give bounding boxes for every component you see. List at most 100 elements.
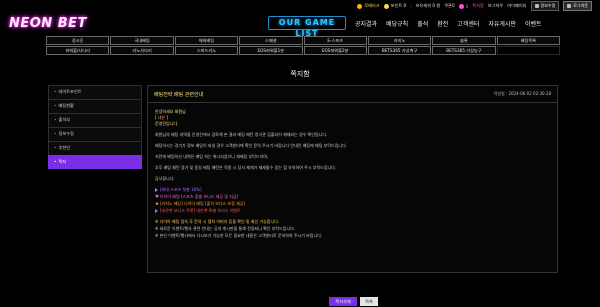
message-counter[interactable]: 0 <box>458 3 469 9</box>
bullet-icon: • <box>54 131 57 136</box>
logout-button[interactable]: 로그아웃 <box>563 1 592 11</box>
edit-profile-label: 정보수정 <box>540 3 556 8</box>
triangle-icon <box>155 209 158 213</box>
user-link-2[interactable]: 보그하우 <box>488 3 503 9</box>
sidebar-item-label: 추천인 <box>58 145 71 150</box>
category-placeholder <box>496 46 560 55</box>
user-gold-label: 포인트 0 <box>390 3 407 8</box>
category-button[interactable]: 스페셜 <box>239 36 303 45</box>
promo-text: [네온벳 보너스 쿠폰] 네온벳 특별 보너스 이벤트 <box>160 208 241 213</box>
category-grid: 정시진 국내배팅 해외배팅 스페셜 E-스포츠 카지노 슬롯 배팅목록 파워볼/… <box>46 36 560 55</box>
bullet-icon: • <box>54 117 57 122</box>
mypage-link[interactable]: 마이페이지 <box>507 3 526 9</box>
category-button[interactable]: EOS파워볼1분 <box>239 46 303 55</box>
category-button[interactable]: EOS파워볼2분 <box>303 46 367 55</box>
greeting-sign: 운영진입니다. <box>155 121 179 126</box>
sidebar-item-label: 정보수정 <box>58 131 74 136</box>
delete-message-button[interactable]: 쪽지삭제 <box>329 297 357 306</box>
main-nav: 공지결과 배당규칙 출석 환전 고객센터 자유게시판 이벤트 <box>355 19 542 28</box>
coupon-link[interactable]: 쿠폰0 <box>444 3 454 9</box>
message-count: 0 <box>465 3 469 9</box>
message-panel: 베팅전략 배팅 관련안내 작성일 : 2024-06-02 02:30:28 안… <box>147 85 558 273</box>
nav-support[interactable]: 고객센터 <box>457 19 479 28</box>
logout-icon <box>567 4 572 8</box>
sidebar-item-label: 배팅현황 <box>58 103 74 108</box>
message-paragraph: 배팅하시는 경기가 정보 배팅이 되실 경우 고객센터에 확인 문의 주시기 바… <box>155 143 348 148</box>
page-title: 쪽지함 <box>290 70 310 78</box>
member-name: 네온 <box>157 115 166 120</box>
user-level: 로베타크 <box>357 3 380 9</box>
notice-text: ※ 다이아 배팅 접속 후 문의 시 캡처 이미지 등을 확인 및 회신 가능합… <box>155 219 280 224</box>
mail-icon <box>458 3 464 9</box>
nav-rules[interactable]: 배당규칙 <box>386 19 408 28</box>
promo-text: [최대 스포츠 첫충 10%] <box>160 187 202 192</box>
message-actions: 쪽지삭제 목록 <box>329 297 378 306</box>
notice-line: ※ 다이아 배팅 접속 후 문의 시 캡처 이미지 등을 확인 및 회신 가능합… <box>155 219 550 225</box>
category-button[interactable]: E-스포츠 <box>303 36 367 45</box>
nav-results[interactable]: 공지결과 <box>355 19 377 28</box>
logout-label: 로그아웃 <box>573 3 588 8</box>
edit-profile-button[interactable]: 정보수정 <box>530 1 560 11</box>
bullet-icon: • <box>54 159 57 164</box>
sidebar-item-date-point[interactable]: • 데이트포인트 <box>48 85 142 99</box>
inbox-link[interactable]: 쪽지함 <box>472 3 484 9</box>
notice-line: ※ 새로운 이벤트/행사 관련 안내는 공지 게시판을 통해 전달되니 확인 부… <box>155 226 550 232</box>
notice-text: ※ 새로운 이벤트/행사 관련 안내는 공지 게시판을 통해 전달되니 확인 부… <box>155 226 296 231</box>
category-button[interactable]: BETS365 가상농구 <box>432 46 496 55</box>
sidebar-item-messages[interactable]: • 쪽지 <box>48 155 142 169</box>
nav-exchange[interactable]: 환전 <box>437 19 448 28</box>
notice-text: ※ 본인 이벤트/행사에서 다시보기 가능한 모든 중요한 내용은 고객센터로 … <box>155 233 323 238</box>
category-button[interactable]: 카지노 <box>367 36 432 45</box>
triangle-icon <box>155 188 158 192</box>
category-button[interactable]: 해외배팅 <box>174 36 239 45</box>
category-button[interactable]: 파워볼/사다리 <box>46 46 110 55</box>
message-header: 베팅전략 배팅 관련안내 작성일 : 2024-06-02 02:30:28 <box>148 86 557 103</box>
bullet-icon: • <box>54 145 57 150</box>
category-button[interactable]: 배팅목록 <box>496 36 560 45</box>
message-paragraph: 추후 배팅 패턴 경기 및 동일 배팅 패턴은 적용 시 당사 제재가 제재될수… <box>155 165 337 170</box>
notice-line: ※ 본인 이벤트/행사에서 다시보기 가능한 모든 중요한 내용은 고객센터로 … <box>155 233 550 239</box>
user-bar: 로베타크 포인트 0 | 보유캐쉬 0 원 쿠폰0 0 쪽지함 보그하우 마이페… <box>0 0 600 12</box>
promo-text: [카지노 배당] 다이아 배팅 [출석 보너스 포함 제공] <box>160 201 246 206</box>
category-button[interactable]: 국내배팅 <box>110 36 174 45</box>
star-icon: ★ <box>155 201 160 207</box>
site-logo[interactable]: NEON BET <box>9 16 87 31</box>
back-to-list-button[interactable]: 목록 <box>360 297 378 306</box>
sidebar-item-bet-status[interactable]: • 배팅현황 <box>48 99 142 113</box>
nav-events[interactable]: 이벤트 <box>525 19 542 28</box>
sidebar-item-attendance[interactable]: • 출석부 <box>48 113 142 127</box>
sidebar-item-profile[interactable]: • 정보수정 <box>48 127 142 141</box>
category-button[interactable]: 슬롯 <box>432 36 496 45</box>
nav-attendance[interactable]: 출석 <box>417 19 428 28</box>
message-body: 안녕하세요 회원님 [ 네온 ] 운영진입니다. 회원님의 배팅 내역을 운영진… <box>148 103 557 246</box>
promo-text: 다이아 배팅 [스포츠 맞춤 보너스 제공 및 지급] <box>160 194 239 199</box>
bullet-icon: • <box>54 103 57 108</box>
sidebar-menu: • 데이트포인트 • 배팅현황 • 출석부 • 정보수정 • 추천인 • 쪽지 <box>48 85 142 169</box>
user-gold: 포인트 0 <box>383 3 407 9</box>
promo-line: [최대 스포츠 첫충 10%] <box>155 187 550 193</box>
bullet-icon: • <box>54 89 57 94</box>
sidebar-item-referral[interactable]: • 추천인 <box>48 141 142 155</box>
promo-line: [네온벳 보너스 쿠폰] 네온벳 특별 보너스 이벤트 <box>155 208 550 214</box>
message-paragraph: 감사합니다. <box>155 176 175 181</box>
sidebar-item-label: 데이트포인트 <box>58 89 82 94</box>
level-icon <box>357 3 363 9</box>
divider: | <box>410 3 412 9</box>
message-paragraph: 지린에 배팅하신 내역은 배팅 하는 위시되었으니 재배팅 부탁드리며, <box>155 154 269 159</box>
user-info: 로베타크 포인트 0 | 보유캐쉬 0 원 쿠폰0 0 쪽지함 보그하우 마이페… <box>357 1 592 11</box>
message-date: 작성일 : 2024-06-02 02:30:28 <box>493 91 551 96</box>
sidebar-item-label: 쪽지 <box>58 159 67 164</box>
user-level-label: 로베타크 <box>364 3 380 8</box>
nav-board[interactable]: 자유게시판 <box>488 19 516 28</box>
user-cash: 보유캐쉬 0 원 <box>415 3 441 8</box>
category-button[interactable]: BETS365 가상축구 <box>367 46 432 55</box>
category-button[interactable]: 스피드키노 <box>174 46 239 55</box>
sidebar-item-label: 출석부 <box>58 117 71 122</box>
promo-line: ♥ 다이아 배팅 [스포츠 맞춤 보너스 제공 및 지급] <box>155 194 550 200</box>
game-list-banner[interactable]: OUR GAME LIST <box>268 16 346 38</box>
message-paragraph: 회원님의 배팅 내역을 운영진에서 검토해 본 결과 배팅 패턴 정기관 검출되… <box>155 132 328 137</box>
message-title: 베팅전략 배팅 관련안내 <box>154 91 204 98</box>
category-button[interactable]: 정시진 <box>46 36 110 45</box>
coin-icon <box>383 3 389 9</box>
category-button[interactable]: 키노사다리 <box>110 46 174 55</box>
